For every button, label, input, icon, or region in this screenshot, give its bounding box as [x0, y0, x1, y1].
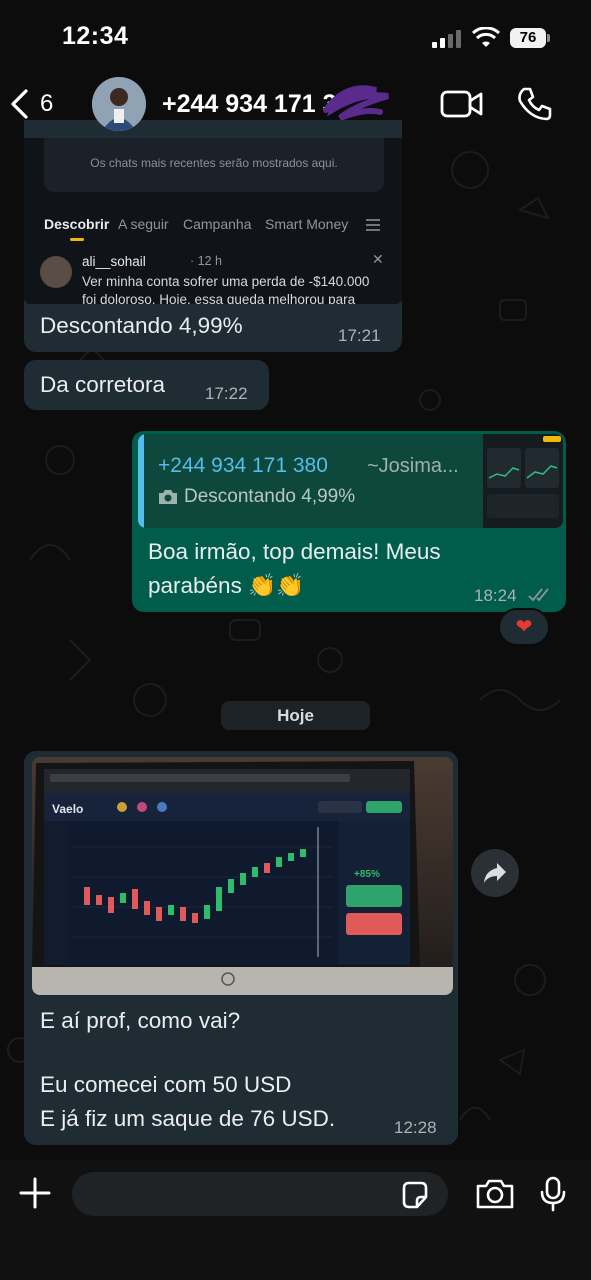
message-time: 18:24: [474, 586, 517, 605]
post-username: ali__sohail: [82, 254, 146, 269]
chat-header: 6 +244 934 171 3: [0, 72, 591, 138]
video-call-icon[interactable]: [440, 88, 484, 120]
redaction-scribble: [323, 85, 389, 121]
message-time: 17:22: [205, 384, 248, 403]
post-line-2: foi doloroso. Hoje, essa queda melhorou …: [82, 292, 356, 304]
screenshot-tabs: Descobrir A seguir Campanha Smart Money: [44, 216, 394, 238]
date-divider: Hoje: [221, 701, 370, 730]
forward-icon: [484, 863, 506, 883]
message-text-line-3: Eu comecei com 50 USD: [40, 1072, 292, 1097]
message-text-line-1: Boa irmão, top demais! Meus: [148, 539, 441, 564]
contact-avatar[interactable]: [92, 77, 146, 131]
phone-icon[interactable]: [516, 86, 552, 122]
back-button[interactable]: 6: [8, 82, 68, 126]
quote-alias: ~Josima...: [367, 455, 459, 477]
message-text-line-2: parabéns 👏👏: [148, 573, 305, 598]
tab-underline: [70, 238, 84, 241]
quote-bar: [138, 434, 144, 528]
contact-name[interactable]: +244 934 171 3: [162, 90, 336, 119]
thumbnail-image: [483, 434, 563, 528]
message-text-line-1: E aí prof, como vai?: [40, 1008, 241, 1033]
forward-button[interactable]: [471, 849, 519, 897]
quote-thumbnail: [483, 434, 563, 528]
quoted-message[interactable]: +244 934 171 380 ~Josima... Descontando …: [138, 434, 563, 528]
message-time: 17:21: [338, 326, 381, 345]
read-ticks-icon: [528, 588, 549, 602]
post-line-1: Ver minha conta sofrer uma perda de -$14…: [82, 274, 370, 289]
signal-icon: [432, 30, 461, 48]
svg-text:Vaelo: Vaelo: [52, 802, 83, 816]
camera-icon[interactable]: [476, 1178, 514, 1210]
status-bar: 12:34 76: [0, 0, 591, 80]
tab-campanha: Campanha: [183, 216, 252, 232]
laptop-trading-photo: Vaelo +85%: [32, 757, 453, 995]
heart-reaction[interactable]: ❤: [498, 608, 550, 646]
sticker-icon[interactable]: [400, 1180, 430, 1210]
tab-smart-money: Smart Money: [265, 216, 349, 232]
message-text-line-4: E já fiz um saque de 76 USD.: [40, 1106, 336, 1131]
message-input[interactable]: [72, 1172, 448, 1216]
post-time: · 12 h: [190, 254, 222, 268]
menu-icon: [366, 219, 380, 231]
unread-count: 6: [40, 90, 54, 117]
post-avatar: [40, 256, 72, 288]
message-text: Da corretora: [40, 372, 166, 397]
close-icon: ✕: [372, 251, 384, 267]
svg-text:+85%: +85%: [354, 869, 380, 880]
battery-indicator: 76: [510, 28, 546, 48]
shared-photo[interactable]: Vaelo +85%: [32, 757, 453, 995]
quote-body: Descontando 4,99%: [184, 486, 356, 507]
quote-sender: +244 934 171 380: [158, 454, 328, 477]
message-composer: [0, 1160, 591, 1280]
recent-chats-text: Os chats mais recentes serão mostrados a…: [90, 156, 338, 170]
battery-tip: [547, 34, 550, 42]
message-time: 12:28: [394, 1118, 437, 1137]
camera-icon: [159, 490, 177, 504]
microphone-icon[interactable]: [540, 1176, 566, 1212]
avatar-photo: [92, 77, 146, 131]
message-text: Descontando 4,99%: [40, 313, 243, 338]
shared-screenshot[interactable]: Os chats mais recentes serão mostrados a…: [24, 138, 402, 304]
wifi-icon: [472, 27, 500, 47]
chevron-left-icon: [11, 89, 28, 119]
plus-icon[interactable]: [18, 1176, 52, 1210]
recent-chats-box: Os chats mais recentes serão mostrados a…: [44, 138, 384, 192]
status-time: 12:34: [62, 22, 129, 50]
tab-descobrir: Descobrir: [44, 216, 110, 232]
tab-a-seguir: A seguir: [118, 216, 169, 232]
